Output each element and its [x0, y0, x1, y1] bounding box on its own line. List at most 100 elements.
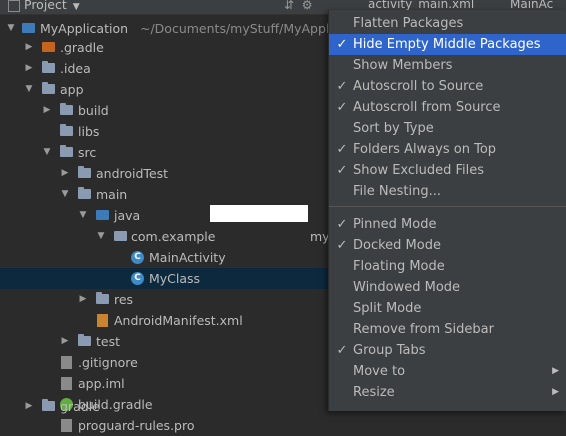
menu-item-folders-always-on-top[interactable]: ✓ Folders Always on Top: [329, 139, 566, 160]
menu-item-show-excluded-files[interactable]: ✓ Show Excluded Files: [329, 160, 566, 181]
menu-item-label: Group Tabs: [353, 343, 426, 358]
menu-separator: [329, 206, 566, 207]
menu-item-docked-mode[interactable]: ✓ Docked Mode: [329, 235, 566, 256]
project-icon: [8, 0, 20, 12]
menu-item-pinned-mode[interactable]: ✓ Pinned Mode: [329, 214, 566, 235]
collapse-icon[interactable]: ⇵: [284, 0, 294, 12]
menu-item-resize[interactable]: Resize ▶: [329, 382, 566, 403]
module-folder-icon: [42, 82, 55, 94]
menu-item-remove-from-sidebar[interactable]: Remove from Sidebar: [329, 319, 566, 340]
folder-icon: [60, 124, 73, 136]
manifest-file-icon: [97, 314, 108, 327]
folder-icon: [60, 103, 73, 115]
tree-label: test: [96, 334, 121, 349]
chevron-right-icon[interactable]: ▶: [42, 100, 52, 121]
project-view-selector[interactable]: Project ▼: [8, 0, 80, 12]
folder-icon: [78, 166, 91, 178]
class-icon: C: [131, 272, 144, 285]
tree-label: .idea: [60, 61, 91, 76]
tree-label: androidTest: [96, 166, 169, 181]
tree-label: MainActivity: [149, 250, 226, 265]
menu-item-autoscroll-from-source[interactable]: ✓ Autoscroll from Source: [329, 97, 566, 118]
menu-item-move-to[interactable]: Move to ▶: [329, 361, 566, 382]
tree-item-proguard[interactable]: proguard-rules.pro: [0, 415, 566, 436]
tree-label: com.example: [131, 229, 216, 244]
checkmark-icon: ✓: [336, 100, 348, 115]
menu-item-sort-by-type[interactable]: Sort by Type: [329, 118, 566, 139]
tree-label: .gradle: [60, 40, 104, 55]
menu-item-label: Autoscroll to Source: [353, 79, 484, 94]
checkmark-icon: ✓: [336, 343, 348, 358]
folder-icon: [78, 334, 91, 346]
chevron-right-icon[interactable]: ▶: [60, 163, 70, 184]
menu-item-flatten-packages[interactable]: Flatten Packages: [329, 13, 566, 34]
menu-item-label: Show Excluded Files: [353, 163, 485, 178]
menu-item-label: Autoscroll from Source: [353, 100, 501, 115]
chevron-right-icon[interactable]: ▶: [60, 331, 70, 352]
menu-item-label: Hide Empty Middle Packages: [353, 37, 541, 52]
tree-label: main: [96, 187, 128, 202]
menu-item-windowed-mode[interactable]: Windowed Mode: [329, 277, 566, 298]
menu-item-hide-empty-middle-packages[interactable]: ✓ Hide Empty Middle Packages: [329, 34, 566, 55]
chevron-down-icon[interactable]: ▼: [42, 142, 52, 163]
tree-label: src: [78, 145, 97, 160]
submenu-arrow-icon: ▶: [552, 387, 559, 397]
tree-label: build: [78, 103, 109, 118]
tree-label: gradle: [60, 399, 100, 414]
menu-item-label: Flatten Packages: [353, 16, 464, 31]
chevron-down-icon[interactable]: ▼: [78, 205, 88, 226]
menu-item-group-tabs[interactable]: ✓ Group Tabs: [329, 340, 566, 361]
file-icon: [61, 356, 72, 369]
menu-item-autoscroll-to-source[interactable]: ✓ Autoscroll to Source: [329, 76, 566, 97]
menu-item-label: Windowed Mode: [353, 280, 461, 295]
tree-label: res: [114, 292, 134, 307]
tree-label: MyClass: [149, 271, 201, 286]
options-context-menu: Flatten Packages ✓ Hide Empty Middle Pac…: [328, 10, 566, 411]
package-icon: [114, 231, 127, 241]
menu-item-file-nesting[interactable]: File Nesting...: [329, 181, 566, 202]
chevron-down-icon[interactable]: ▼: [96, 226, 106, 247]
chevron-right-icon[interactable]: ▶: [78, 289, 88, 310]
chevron-right-icon[interactable]: ▶: [24, 37, 34, 58]
project-label: Project: [24, 0, 67, 12]
submenu-arrow-icon: ▶: [552, 366, 559, 376]
toolbar-icons: ⇵ ⚙: [284, 0, 312, 12]
tree-label: AndroidManifest.xml: [114, 313, 243, 328]
chevron-down-icon[interactable]: ▼: [24, 79, 34, 100]
source-folder-icon: [96, 210, 109, 220]
checkmark-icon: ✓: [336, 142, 348, 157]
file-icon: [61, 377, 72, 390]
menu-item-label: Split Mode: [353, 301, 422, 316]
menu-item-label: Folders Always on Top: [353, 142, 497, 157]
tree-label: .gitignore: [78, 355, 138, 370]
chevron-down-icon[interactable]: ▼: [60, 184, 70, 205]
checkmark-icon: ✓: [336, 79, 348, 94]
folder-icon: [42, 42, 55, 52]
folder-icon: [78, 187, 91, 199]
menu-item-label: Pinned Mode: [353, 217, 437, 232]
tree-label: proguard-rules.pro: [78, 418, 195, 433]
checkmark-icon: ✓: [336, 37, 348, 52]
folder-icon: [22, 23, 35, 33]
chevron-down-icon: ▼: [72, 2, 80, 12]
checkmark-icon: ✓: [336, 238, 348, 253]
tree-label: java: [114, 208, 141, 223]
file-icon: [61, 419, 72, 432]
chevron-down-icon[interactable]: ▼: [6, 18, 16, 39]
checkmark-icon: ✓: [336, 163, 348, 178]
root-path: ~/Documents/myStuff/MyApplic: [140, 21, 340, 36]
menu-item-label: Remove from Sidebar: [353, 322, 494, 337]
chevron-right-icon[interactable]: ▶: [24, 396, 34, 417]
resource-folder-icon: [96, 292, 109, 304]
folder-icon: [42, 61, 55, 73]
folder-icon: [42, 399, 55, 411]
redacted-region: [210, 205, 308, 222]
menu-item-label: Docked Mode: [353, 238, 441, 253]
menu-item-split-mode[interactable]: Split Mode: [329, 298, 566, 319]
menu-item-floating-mode[interactable]: Floating Mode: [329, 256, 566, 277]
menu-item-show-members[interactable]: Show Members: [329, 55, 566, 76]
menu-item-label: File Nesting...: [353, 184, 441, 199]
checkmark-icon: ✓: [336, 217, 348, 232]
chevron-right-icon[interactable]: ▶: [24, 58, 34, 79]
gear-icon[interactable]: ⚙: [302, 0, 313, 12]
